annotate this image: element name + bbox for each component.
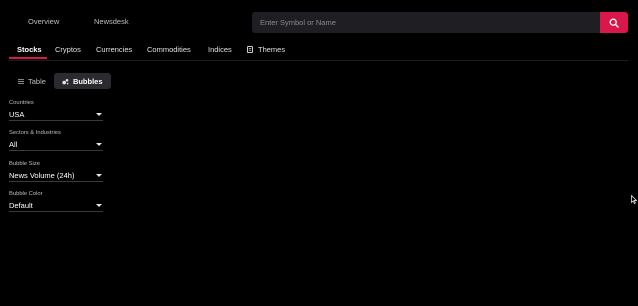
sectors-filter: Sectors & Industries All bbox=[9, 130, 103, 151]
tabs-divider bbox=[9, 60, 628, 61]
table-view-button[interactable]: Table bbox=[10, 73, 54, 89]
tab-themes-label: Themes bbox=[258, 45, 286, 54]
tab-commodities[interactable]: Commodities bbox=[147, 45, 191, 54]
bubble-size-value: News Volume (24h) bbox=[9, 171, 75, 180]
countries-label: Countries bbox=[9, 100, 34, 106]
tab-themes[interactable]: Themes bbox=[247, 45, 285, 54]
search-icon bbox=[609, 18, 619, 28]
bubble-color-select[interactable]: Default bbox=[9, 200, 103, 212]
tab-currencies[interactable]: Currencies bbox=[96, 45, 132, 54]
list-icon bbox=[18, 78, 24, 84]
bubbles-icon bbox=[62, 78, 69, 84]
bubble-color-value: Default bbox=[9, 201, 33, 210]
tab-cryptos[interactable]: Cryptos bbox=[55, 45, 81, 54]
nav-overview[interactable]: Overview bbox=[28, 17, 59, 26]
sectors-label: Sectors & Industries bbox=[9, 130, 61, 136]
sectors-value: All bbox=[9, 140, 18, 149]
bubbles-view-button[interactable]: Bubbles bbox=[53, 73, 111, 89]
sectors-select[interactable]: All bbox=[9, 139, 103, 151]
tab-indices[interactable]: Indices bbox=[208, 45, 232, 54]
nav-newsdesk[interactable]: Newsdesk bbox=[94, 17, 129, 26]
bubbles-view-label: Bubbles bbox=[72, 76, 103, 86]
bubble-size-label: Bubble Size bbox=[9, 161, 40, 167]
chevron-down-icon bbox=[96, 113, 102, 116]
view-toggle: Table Bubbles bbox=[10, 73, 111, 89]
bubble-color-label: Bubble Color bbox=[9, 191, 43, 197]
chevron-down-icon bbox=[96, 174, 102, 177]
search-input[interactable] bbox=[260, 18, 600, 27]
chevron-down-icon bbox=[96, 143, 102, 146]
active-tab-indicator bbox=[9, 57, 47, 59]
bubble-color-filter: Bubble Color Default bbox=[9, 191, 103, 212]
tab-stocks[interactable]: Stocks bbox=[17, 45, 42, 54]
search-button[interactable] bbox=[600, 12, 628, 33]
chevron-down-icon bbox=[96, 204, 102, 207]
countries-value: USA bbox=[9, 110, 25, 119]
bubble-size-filter: Bubble Size News Volume (24h) bbox=[9, 161, 103, 182]
countries-select[interactable]: USA bbox=[9, 109, 103, 121]
table-view-label: Table bbox=[28, 76, 46, 86]
mouse-cursor-icon bbox=[631, 195, 637, 204]
search-box bbox=[252, 12, 600, 33]
bubble-size-select[interactable]: News Volume (24h) bbox=[9, 170, 103, 182]
themes-icon bbox=[247, 46, 253, 53]
asset-tabs: Stocks Cryptos Currencies Commodities In… bbox=[0, 44, 638, 61]
countries-filter: Countries USA bbox=[9, 100, 103, 121]
